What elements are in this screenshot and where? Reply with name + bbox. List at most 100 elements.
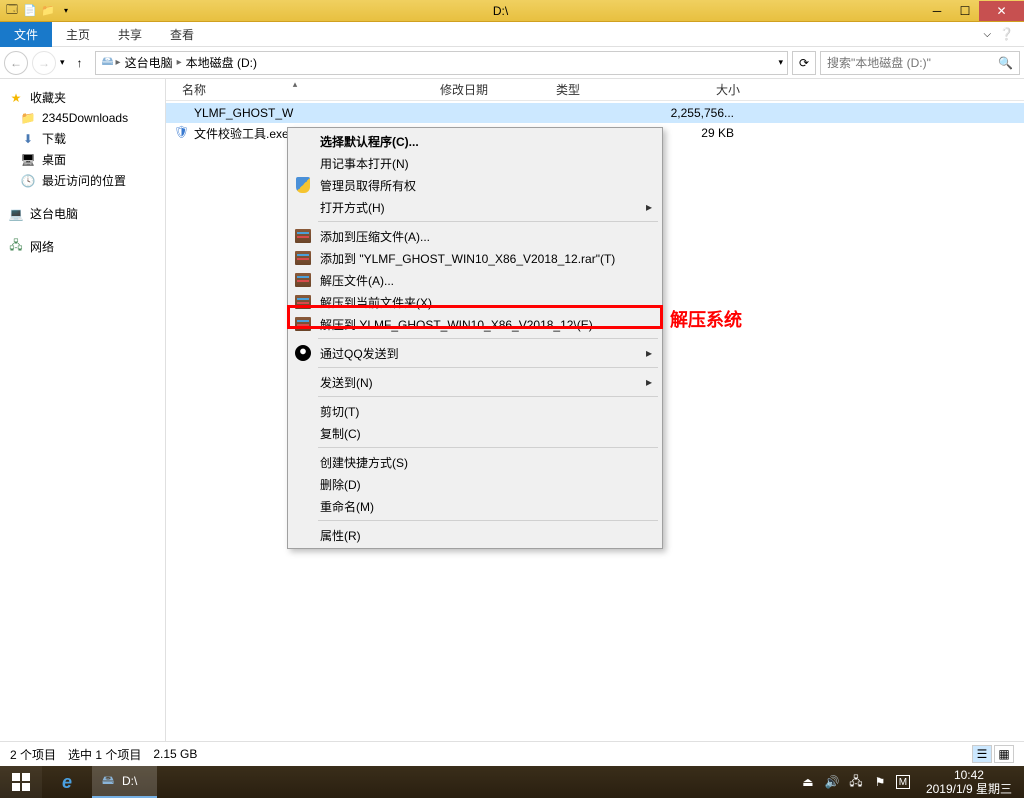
navigation-pane: ★ 收藏夹 📁 2345Downloads ⬇ 下载 🖥 桌面 🕓 最近访问的位…: [0, 79, 166, 741]
file-name: YLMF_GHOST_W: [194, 106, 434, 120]
column-type[interactable]: 类型: [548, 81, 668, 98]
breadcrumb[interactable]: 本地磁盘 (D:): [182, 54, 261, 71]
maximize-button[interactable]: ☐: [951, 1, 979, 21]
ctx-separator: [318, 396, 658, 397]
app-icon: 🗔: [4, 3, 20, 19]
annotation-text: 解压系统: [670, 306, 742, 332]
sidebar-item-desktop[interactable]: 🖥 桌面: [0, 149, 165, 170]
ctx-extract-to-folder[interactable]: 解压到 YLMF_GHOST_WIN10_X86_V2018_12\(E): [290, 313, 660, 335]
rar-icon: [294, 293, 312, 311]
minimize-button[interactable]: ─: [923, 1, 951, 21]
ctx-add-to-rar[interactable]: 添加到 "YLMF_GHOST_WIN10_X86_V2018_12.rar"(…: [290, 247, 660, 269]
window-titlebar: 🗔 📄 📁 ▾ D:\ ─ ☐ ✕: [0, 0, 1024, 22]
nav-recent-dropdown[interactable]: ▾: [60, 57, 65, 68]
ctx-rename[interactable]: 重命名(M): [290, 495, 660, 517]
recent-icon: 🕓: [20, 173, 36, 189]
close-button[interactable]: ✕: [979, 1, 1024, 21]
search-box[interactable]: 🔍: [820, 51, 1020, 75]
file-size: 29 KB: [654, 126, 734, 140]
breadcrumb[interactable]: 这台电脑: [121, 54, 177, 71]
sidebar-thispc[interactable]: 💻 这台电脑: [0, 203, 165, 224]
titlebar-qat: 🗔 📄 📁 ▾: [0, 1, 78, 21]
search-input[interactable]: [827, 56, 998, 70]
ctx-delete[interactable]: 删除(D): [290, 473, 660, 495]
column-date[interactable]: 修改日期: [432, 81, 548, 98]
rar-file-icon: [174, 105, 190, 121]
ctx-separator: [318, 367, 658, 368]
search-icon[interactable]: 🔍: [998, 56, 1013, 70]
tab-view[interactable]: 查看: [156, 22, 208, 47]
ctx-open-with-default[interactable]: 选择默认程序(C)...: [290, 130, 660, 152]
qat-newfolder-icon[interactable]: 📁: [40, 3, 56, 19]
ctx-separator: [318, 520, 658, 521]
ribbon-expand-icon[interactable]: ⌵: [983, 29, 991, 40]
tray-safely-remove-icon[interactable]: ⏏: [800, 774, 816, 790]
sort-indicator-icon: ▴: [166, 79, 424, 90]
rar-icon: [294, 249, 312, 267]
context-menu: 选择默认程序(C)... 用记事本打开(N) 管理员取得所有权 打开方式(H) …: [287, 127, 663, 549]
drive-icon: 🖴: [100, 773, 116, 789]
tab-home[interactable]: 主页: [52, 22, 104, 47]
ctx-add-archive[interactable]: 添加到压缩文件(A)...: [290, 225, 660, 247]
ctx-send-to[interactable]: 发送到(N): [290, 371, 660, 393]
drive-icon: 🖴: [100, 55, 116, 71]
ctx-separator: [318, 338, 658, 339]
tab-share[interactable]: 共享: [104, 22, 156, 47]
taskbar-clock[interactable]: 10:42 2019/1/9 星期三: [918, 768, 1020, 797]
sidebar-favorites[interactable]: ★ 收藏夹: [0, 87, 165, 108]
download-icon: ⬇: [20, 131, 36, 147]
tray-volume-icon[interactable]: 🔊: [824, 774, 840, 790]
tray-flag-icon[interactable]: ⚑: [872, 774, 888, 790]
tray-network-icon[interactable]: 🖧: [848, 774, 864, 790]
ctx-qq-send[interactable]: 通过QQ发送到: [290, 342, 660, 364]
address-bar[interactable]: 🖴 ▸ 这台电脑 ▸ 本地磁盘 (D:) ▾: [95, 51, 788, 75]
sidebar-label: 这台电脑: [30, 205, 78, 222]
rar-icon: [294, 315, 312, 333]
nav-up-button[interactable]: ↑: [69, 52, 91, 74]
ctx-open-notepad[interactable]: 用记事本打开(N): [290, 152, 660, 174]
pc-icon: 💻: [8, 206, 24, 222]
view-details-button[interactable]: ☰: [972, 745, 992, 763]
ctx-open-with[interactable]: 打开方式(H): [290, 196, 660, 218]
tab-file[interactable]: 文件: [0, 22, 52, 47]
sidebar-label: 2345Downloads: [42, 111, 128, 125]
qat-props-icon[interactable]: 📄: [22, 3, 38, 19]
nav-back-button[interactable]: ←: [4, 51, 28, 75]
sidebar-item-downloads[interactable]: 📁 2345Downloads: [0, 108, 165, 128]
sidebar-network[interactable]: 🖧 网络: [0, 236, 165, 257]
tray-ime-icon[interactable]: M: [896, 775, 910, 789]
ctx-extract-files[interactable]: 解压文件(A)...: [290, 269, 660, 291]
nav-forward-button[interactable]: →: [32, 51, 56, 75]
ctx-cut[interactable]: 剪切(T): [290, 400, 660, 422]
start-button[interactable]: [0, 766, 42, 798]
taskbar-explorer[interactable]: 🖴 D:\: [92, 766, 157, 798]
taskbar-ie[interactable]: e: [42, 766, 92, 798]
ribbon-tabs: 文件 主页 共享 查看 ⌵ ❔: [0, 22, 1024, 47]
network-icon: 🖧: [8, 239, 24, 255]
status-item-count: 2 个项目: [10, 746, 56, 763]
view-icons-button[interactable]: ▦: [994, 745, 1014, 763]
qat-dropdown-icon[interactable]: ▾: [58, 3, 74, 19]
help-icon[interactable]: ❔: [999, 27, 1014, 41]
file-row[interactable]: YLMF_GHOST_W 2,255,756...: [166, 103, 1024, 123]
sidebar-item-recent[interactable]: 🕓 最近访问的位置: [0, 170, 165, 191]
ctx-admin-ownership[interactable]: 管理员取得所有权: [290, 174, 660, 196]
refresh-button[interactable]: ⟳: [792, 51, 816, 75]
file-size: 2,255,756...: [654, 106, 734, 120]
taskbar: e 🖴 D:\ ⏏ 🔊 🖧 ⚑ M 10:42 2019/1/9 星期三: [0, 766, 1024, 798]
taskbar-window-title: D:\: [122, 774, 137, 788]
sidebar-label: 收藏夹: [30, 89, 66, 106]
sidebar-label: 下载: [42, 130, 66, 147]
ctx-properties[interactable]: 属性(R): [290, 524, 660, 546]
sidebar-item-download[interactable]: ⬇ 下载: [0, 128, 165, 149]
exe-icon: 🛡: [174, 125, 190, 141]
ctx-copy[interactable]: 复制(C): [290, 422, 660, 444]
navigation-bar: ← → ▾ ↑ 🖴 ▸ 这台电脑 ▸ 本地磁盘 (D:) ▾ ⟳ 🔍: [0, 47, 1024, 79]
clock-date: 2019/1/9 星期三: [926, 782, 1012, 796]
ctx-create-shortcut[interactable]: 创建快捷方式(S): [290, 451, 660, 473]
address-dropdown-icon[interactable]: ▾: [778, 57, 783, 68]
ctx-extract-here[interactable]: 解压到当前文件夹(X): [290, 291, 660, 313]
sidebar-label: 最近访问的位置: [42, 172, 126, 189]
column-size[interactable]: 大小: [668, 81, 748, 98]
status-bar: 2 个项目 选中 1 个项目 2.15 GB ☰ ▦: [0, 741, 1024, 766]
